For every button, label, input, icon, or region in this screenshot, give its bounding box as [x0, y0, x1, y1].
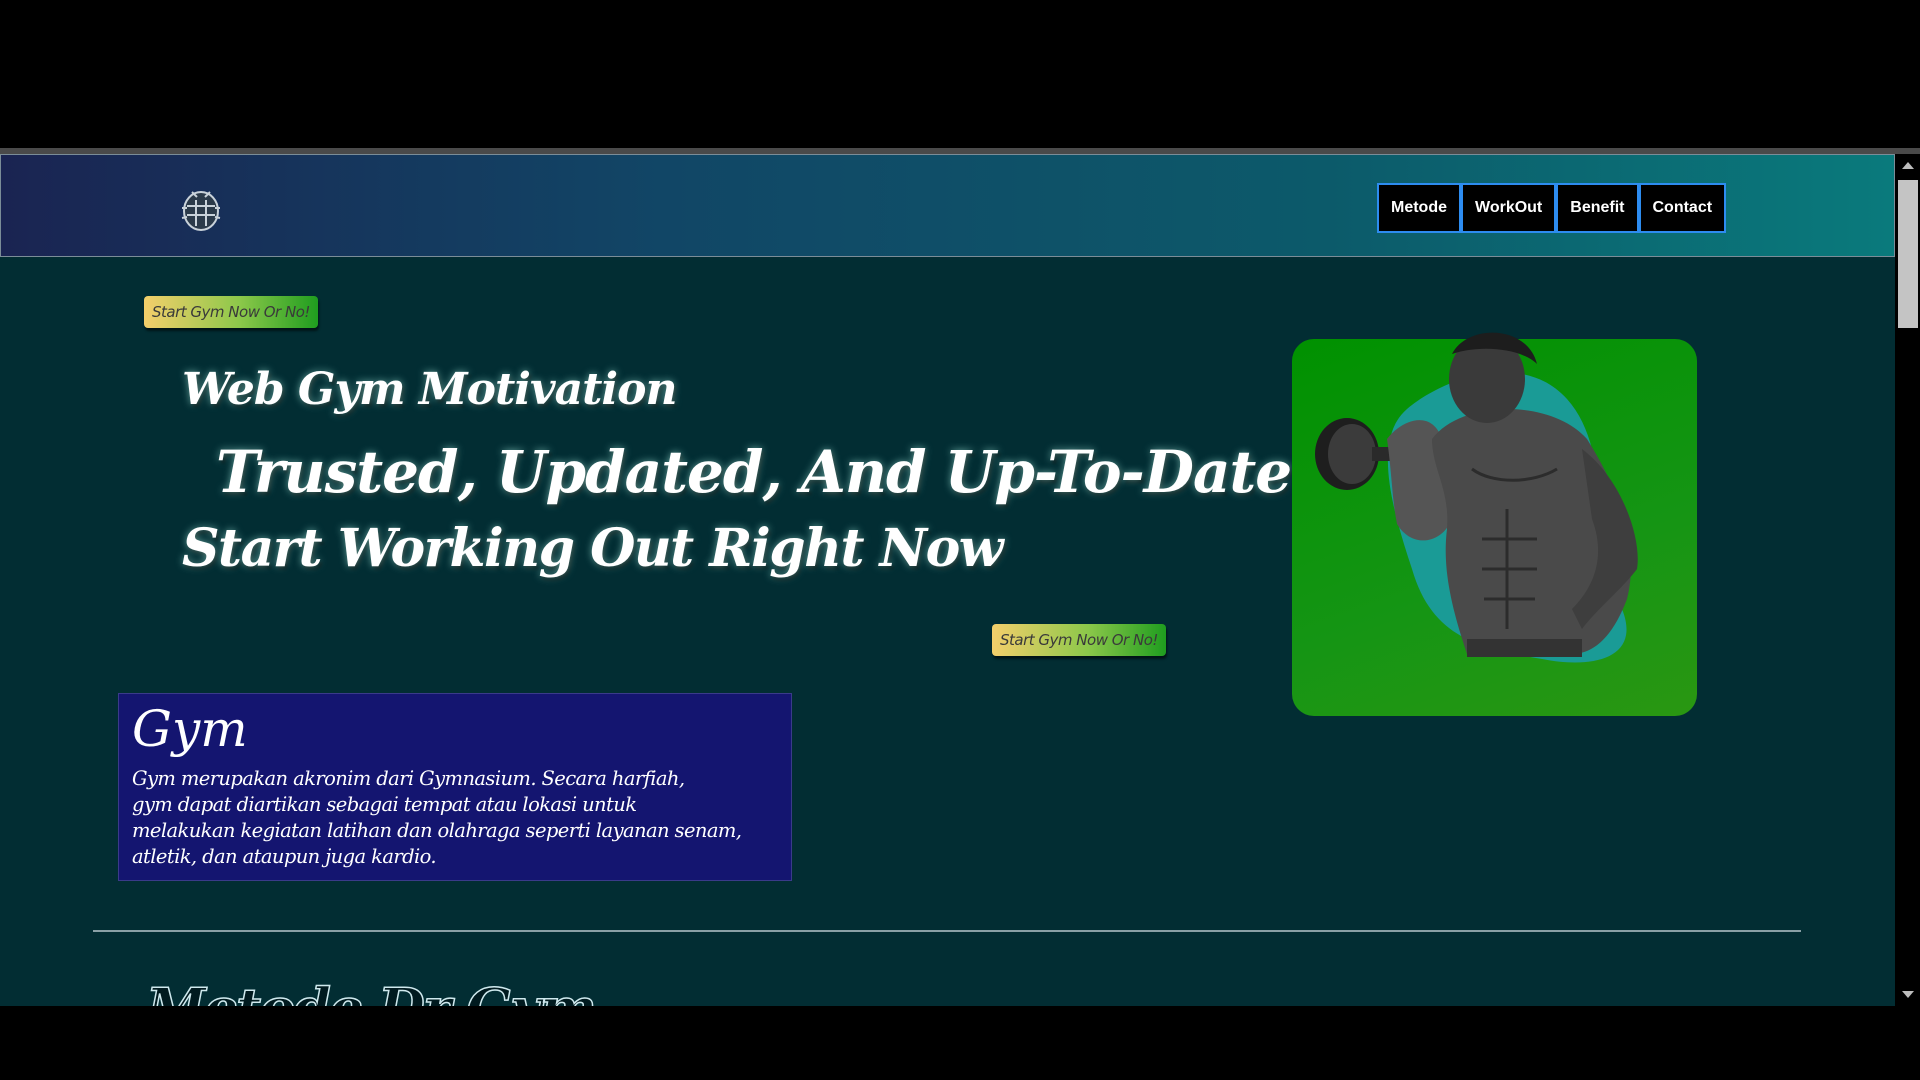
- nav-link-workout[interactable]: WorkOut: [1461, 183, 1557, 233]
- navbar: Metode WorkOut Benefit Contact: [0, 154, 1895, 257]
- nav-link-metode[interactable]: Metode: [1377, 183, 1461, 233]
- scroll-up-icon[interactable]: [1902, 162, 1914, 169]
- bodybuilder-dumbbell-image: [1292, 332, 1697, 716]
- metode-section-title: Metode Dr Gym: [145, 975, 597, 1006]
- gym-description-line-3: melakukan kegiatan latihan dan olahraga …: [132, 819, 742, 842]
- start-gym-badge-bottom[interactable]: Start Gym Now Or No!: [992, 624, 1166, 656]
- shield-bug-logo-icon[interactable]: [178, 186, 224, 232]
- nav-menu: Metode WorkOut Benefit Contact: [1377, 183, 1727, 233]
- nav-link-benefit[interactable]: Benefit: [1556, 183, 1639, 233]
- gym-description-line-2: gym dapat diartikan sebagai tempat atau …: [132, 793, 637, 816]
- section-divider: [93, 930, 1801, 932]
- hero-subtitle-start: Start Working Out Right Now: [182, 518, 1004, 579]
- scroll-down-icon[interactable]: [1902, 991, 1914, 998]
- nav-link-contact[interactable]: Contact: [1638, 183, 1727, 233]
- gym-description-line-1: Gym merupakan akronim dari Gymnasium. Se…: [132, 767, 685, 790]
- gym-heading: Gym: [132, 700, 248, 758]
- gym-info-card: Gym Gym merupakan akronim dari Gymnasium…: [118, 693, 792, 881]
- web-page: Metode WorkOut Benefit Contact Start Gym…: [0, 154, 1895, 1006]
- page-scrollbar[interactable]: [1895, 154, 1920, 1006]
- gym-description: Gym merupakan akronim dari Gymnasium. Se…: [132, 766, 772, 870]
- hero-title-motivation: Web Gym Motivation: [182, 364, 677, 415]
- scrollbar-thumb[interactable]: [1898, 180, 1918, 328]
- hero-subtitle-trusted: Trusted, Updated, And Up-To-Date: [216, 438, 1292, 506]
- bodybuilder-illustration: [1315, 332, 1638, 663]
- browser-viewport: Metode WorkOut Benefit Contact Start Gym…: [0, 148, 1920, 1006]
- start-gym-badge-top[interactable]: Start Gym Now Or No!: [144, 296, 318, 328]
- gym-description-line-4: atletik, dan ataupun juga kardio.: [132, 845, 437, 868]
